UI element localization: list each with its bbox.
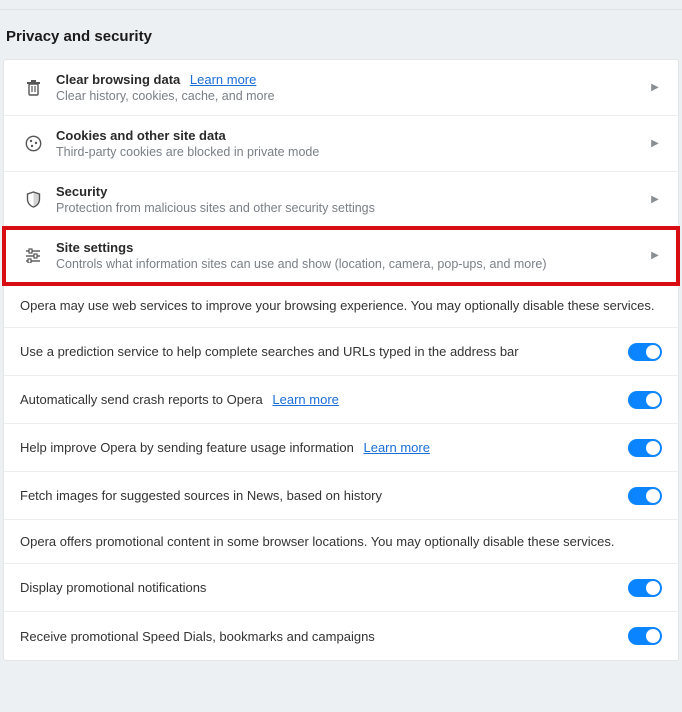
toggle-switch[interactable] <box>628 343 662 361</box>
toggle-row-promo-speed-dials: Receive promotional Speed Dials, bookmar… <box>4 612 678 660</box>
info-text-promotional: Opera offers promotional content in some… <box>4 520 678 564</box>
toggle-switch[interactable] <box>628 627 662 645</box>
toggle-row-fetch-images: Fetch images for suggested sources in Ne… <box>4 472 678 520</box>
toggle-switch[interactable] <box>628 579 662 597</box>
sliders-icon <box>10 248 56 263</box>
toggle-label: Use a prediction service to help complet… <box>20 344 628 359</box>
section-title: Privacy and security <box>0 10 682 59</box>
privacy-panel: Clear browsing data Learn more Clear his… <box>3 59 679 661</box>
learn-more-link[interactable]: Learn more <box>363 440 429 455</box>
chevron-right-icon: ▶ <box>646 194 664 205</box>
row-subtitle: Protection from malicious sites and othe… <box>56 201 646 215</box>
row-cookies[interactable]: Cookies and other site data Third-party … <box>4 116 678 172</box>
row-title: Security <box>56 184 646 199</box>
cookie-icon <box>10 135 56 152</box>
chevron-right-icon: ▶ <box>646 138 664 149</box>
row-title: Site settings <box>56 240 646 255</box>
toggle-label: Display promotional notifications <box>20 580 628 595</box>
chevron-right-icon: ▶ <box>646 250 664 261</box>
toggle-switch[interactable] <box>628 439 662 457</box>
toggle-label: Help improve Opera by sending feature us… <box>20 440 354 455</box>
toggle-label: Receive promotional Speed Dials, bookmar… <box>20 629 628 644</box>
row-subtitle: Third-party cookies are blocked in priva… <box>56 145 646 159</box>
toggle-switch[interactable] <box>628 391 662 409</box>
row-title: Cookies and other site data <box>56 128 646 143</box>
shield-icon <box>10 191 56 208</box>
learn-more-link[interactable]: Learn more <box>190 72 256 87</box>
toggle-switch[interactable] <box>628 487 662 505</box>
learn-more-link[interactable]: Learn more <box>272 392 338 407</box>
chevron-right-icon: ▶ <box>646 82 664 93</box>
toggle-label: Fetch images for suggested sources in Ne… <box>20 488 628 503</box>
row-clear-browsing-data[interactable]: Clear browsing data Learn more Clear his… <box>4 60 678 116</box>
toggle-row-crash-reports: Automatically send crash reports to Oper… <box>4 376 678 424</box>
row-subtitle: Controls what information sites can use … <box>56 257 646 271</box>
row-subtitle: Clear history, cookies, cache, and more <box>56 89 646 103</box>
toggle-row-feature-usage: Help improve Opera by sending feature us… <box>4 424 678 472</box>
trash-icon <box>10 80 56 96</box>
row-security[interactable]: Security Protection from malicious sites… <box>4 172 678 228</box>
toggle-row-promo-notifications: Display promotional notifications <box>4 564 678 612</box>
top-divider <box>0 0 682 10</box>
row-site-settings[interactable]: Site settings Controls what information … <box>4 228 678 284</box>
info-text-services: Opera may use web services to improve yo… <box>4 284 678 328</box>
row-title: Clear browsing data <box>56 72 180 87</box>
toggle-label: Automatically send crash reports to Oper… <box>20 392 263 407</box>
toggle-row-prediction: Use a prediction service to help complet… <box>4 328 678 376</box>
